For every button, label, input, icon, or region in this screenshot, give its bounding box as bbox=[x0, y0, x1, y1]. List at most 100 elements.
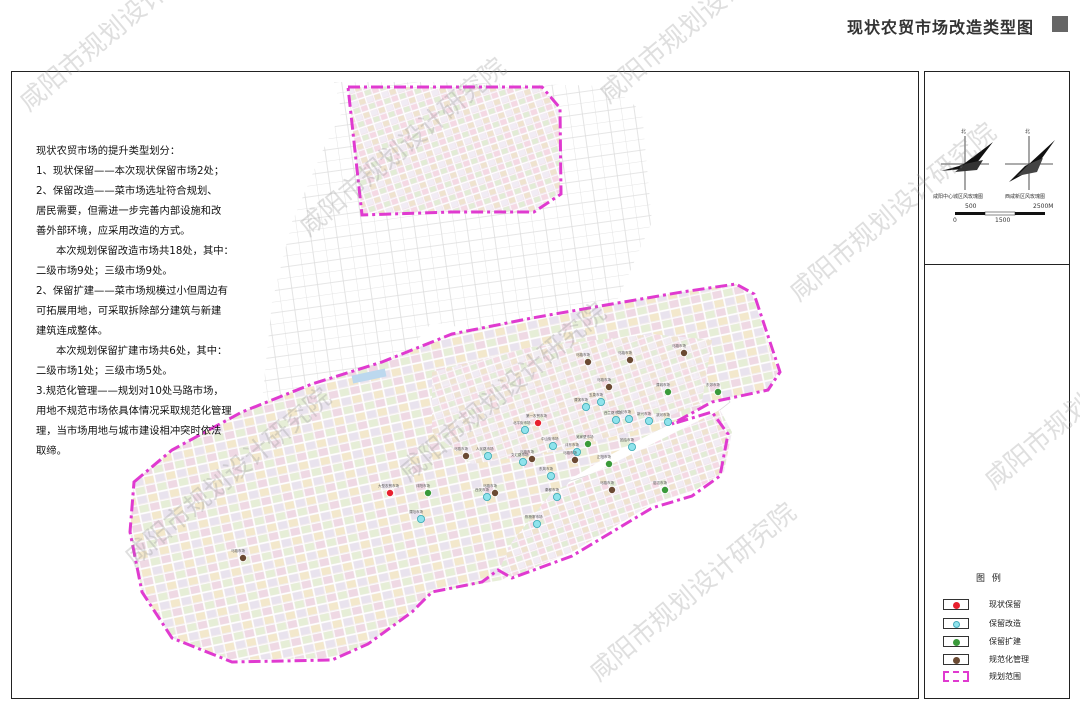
market-label: 北平街市场 bbox=[513, 420, 531, 425]
market-marker[interactable] bbox=[625, 414, 634, 423]
wind-rose-box: 北 北 咸阳中心城区风玫瑰图 西咸新区风玫瑰图 0 500 1500 2500M bbox=[925, 72, 1069, 265]
market-label: 人民路市场 bbox=[476, 446, 494, 451]
scale-tick: 500 bbox=[965, 203, 977, 210]
market-label: 马路市场 bbox=[483, 483, 497, 488]
north-district bbox=[348, 87, 560, 214]
market-label: 马路市场 bbox=[454, 446, 468, 451]
market-label: 马路市场 bbox=[231, 548, 245, 553]
map-title: 现状农贸市场改造类型图 bbox=[846, 18, 1034, 37]
legend-swatch bbox=[943, 654, 969, 665]
market-marker[interactable] bbox=[385, 488, 394, 497]
market-marker[interactable] bbox=[483, 451, 492, 460]
market-marker[interactable] bbox=[626, 355, 635, 364]
market-marker[interactable] bbox=[680, 348, 689, 357]
north-label-right: 北 bbox=[1025, 129, 1031, 135]
wind-rose-graphic bbox=[941, 136, 1055, 216]
market-marker[interactable] bbox=[664, 417, 673, 426]
market-marker[interactable] bbox=[490, 488, 499, 497]
legend-label: 规划范围 bbox=[989, 672, 1021, 681]
market-label: 马路市场 bbox=[563, 450, 577, 455]
notes-text: 现状农贸市场的提升类型划分： 1、现状保留——本次现状保留市场2处； 2、保留改… bbox=[36, 141, 254, 461]
market-label: 渭城市场 bbox=[656, 382, 670, 387]
market-marker[interactable] bbox=[553, 492, 562, 501]
market-marker[interactable] bbox=[612, 415, 621, 424]
legend-swatch bbox=[943, 618, 969, 629]
market-label: 窑店市场 bbox=[653, 480, 667, 485]
note-line: 3.规范化管理——规划对10处马路市场， bbox=[36, 385, 224, 397]
market-marker[interactable] bbox=[534, 418, 543, 427]
note-line: 本次规划保留扩建市场共6处，其中： bbox=[56, 345, 228, 357]
market-marker[interactable] bbox=[608, 485, 617, 494]
market-marker[interactable] bbox=[605, 459, 614, 468]
wind-rose-caption-left: 咸阳中心城区风玫瑰图 bbox=[933, 194, 984, 200]
note-line: 居民需要，但需进一步完善内部设施和改 bbox=[36, 205, 222, 217]
market-label: 东郊市场 bbox=[706, 382, 720, 387]
note-line: 1、现状保留——本次现状保留市场2处； bbox=[36, 165, 225, 177]
legend-label: 保留扩建 bbox=[989, 637, 1021, 646]
note-line: 用地不规范市场依具体情况采取规范化管理 bbox=[36, 405, 232, 417]
note-line: 可拓展用地，可采取拆除部分建筑与新建 bbox=[36, 305, 222, 317]
north-label-left: 北 bbox=[961, 129, 967, 135]
market-label: 正阳市场 bbox=[597, 454, 611, 459]
legend-title: 图 例 bbox=[976, 574, 1003, 584]
market-label: 新兴市场 bbox=[637, 411, 651, 416]
market-marker[interactable] bbox=[528, 454, 537, 463]
boundary-line-icon bbox=[943, 671, 969, 682]
market-marker[interactable] bbox=[416, 514, 425, 523]
market-label: 马路市场 bbox=[520, 449, 534, 454]
market-label: 世纪市场 bbox=[617, 409, 631, 414]
market-label: 马路市场 bbox=[597, 377, 611, 382]
market-marker[interactable] bbox=[461, 451, 470, 460]
wind-rose-left-icon bbox=[941, 136, 993, 190]
red-dot-icon bbox=[953, 602, 960, 609]
legend-swatch bbox=[943, 636, 969, 647]
legend-swatch bbox=[943, 599, 969, 610]
market-marker[interactable] bbox=[520, 425, 529, 434]
market-marker[interactable] bbox=[547, 471, 556, 480]
market-marker[interactable] bbox=[645, 416, 654, 425]
legend-label: 保留改造 bbox=[989, 619, 1021, 628]
note-line: 二级市场9处；三级市场9处。 bbox=[36, 265, 173, 277]
market-marker[interactable] bbox=[661, 485, 670, 494]
green-dot-icon bbox=[953, 639, 960, 646]
note-line: 2、保留改造——菜市场选址符合规划、 bbox=[36, 185, 218, 197]
market-marker[interactable] bbox=[582, 402, 591, 411]
market-marker[interactable] bbox=[628, 442, 637, 451]
market-marker[interactable] bbox=[714, 387, 723, 396]
market-marker[interactable] bbox=[584, 439, 593, 448]
market-label: 第一农贸市场 bbox=[526, 413, 547, 418]
market-marker[interactable] bbox=[605, 382, 614, 391]
title-marker bbox=[1052, 16, 1068, 32]
scale-tick: 0 bbox=[953, 217, 957, 224]
market-marker[interactable] bbox=[482, 492, 491, 501]
market-label: 中山街市场 bbox=[541, 436, 559, 441]
note-line: 2、保留扩建——菜市场规模过小但周边有 bbox=[36, 285, 228, 297]
market-label: 东风市场 bbox=[539, 466, 553, 471]
market-marker[interactable] bbox=[238, 553, 247, 562]
market-label: 沣东市场 bbox=[565, 442, 579, 447]
wind-rose-caption-right: 西咸新区风玫瑰图 bbox=[1005, 194, 1046, 200]
market-marker[interactable] bbox=[571, 455, 580, 464]
market-marker[interactable] bbox=[664, 387, 673, 396]
legend-label: 规范化管理 bbox=[989, 655, 1029, 664]
market-marker[interactable] bbox=[533, 519, 542, 528]
scale-tick: 2500M bbox=[1033, 203, 1054, 210]
market-marker[interactable] bbox=[518, 457, 527, 466]
market-label: 渭阳市场 bbox=[409, 509, 423, 514]
market-label: 滨河市场 bbox=[656, 412, 670, 417]
note-line: 善外部环境，应采用改造的方式。 bbox=[36, 225, 191, 237]
scale-tick: 1500 bbox=[995, 217, 1011, 224]
market-marker[interactable] bbox=[423, 488, 432, 497]
note-line: 理，当市场用地与城市建设相冲突时依法 bbox=[36, 425, 222, 437]
market-marker[interactable] bbox=[584, 357, 593, 366]
market-label: 沣阳市场 bbox=[416, 483, 430, 488]
market-label: 玉泉市场 bbox=[589, 392, 603, 397]
note-line: 二级市场1处；三级市场5处。 bbox=[36, 365, 173, 377]
brown-dot-icon bbox=[953, 657, 960, 664]
market-label: 马路市场 bbox=[600, 480, 614, 485]
market-label: 马路市场 bbox=[618, 350, 632, 355]
market-label: 秦都市场 bbox=[545, 487, 559, 492]
market-marker[interactable] bbox=[597, 397, 606, 406]
note-line: 取缔。 bbox=[36, 445, 67, 457]
market-marker[interactable] bbox=[549, 441, 558, 450]
